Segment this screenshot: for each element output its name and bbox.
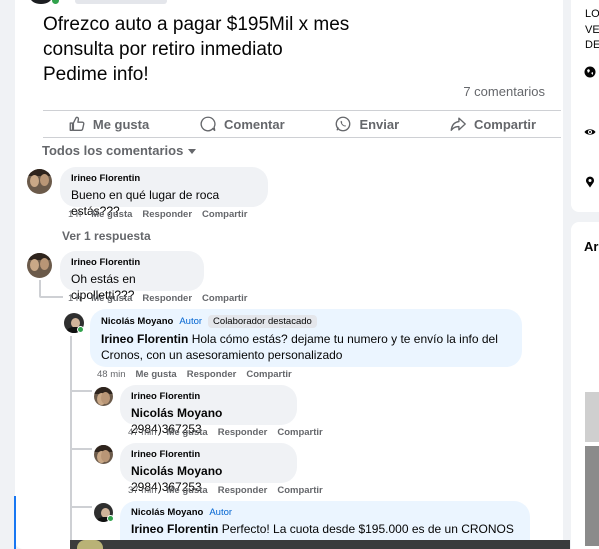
thread-line xyxy=(70,336,72,549)
comments-filter-label: Todos los comentarios xyxy=(42,143,184,158)
reply-author[interactable]: Nicolás Moyano xyxy=(131,507,203,518)
reply-like-link[interactable]: Me gusta xyxy=(167,427,208,438)
post-card: Ofrezco auto a pagar $195Mil x mes consu… xyxy=(15,0,563,549)
comment-author[interactable]: Irineo Florentin xyxy=(71,173,140,184)
reply-time[interactable]: 47 min xyxy=(128,427,157,438)
reply-text: Perfecto! La cuota desde $195.000 es de … xyxy=(221,522,514,536)
globe-icon xyxy=(584,66,596,78)
reply-bubble: Nicolás Moyano Autor Colaborador destaca… xyxy=(90,309,522,367)
comment-label: Comentar xyxy=(223,116,285,132)
send-label: Enviar xyxy=(359,116,400,132)
like-button[interactable]: Me gusta xyxy=(60,111,157,137)
reply-reply-link[interactable]: Responder xyxy=(218,427,268,438)
caret-down-icon xyxy=(188,149,197,154)
sidebar-text-line: VE xyxy=(585,24,599,36)
post-text: Ofrezco auto a pagar $195Mil x mes consu… xyxy=(43,12,543,87)
avatar[interactable] xyxy=(30,0,52,4)
sidebar-text-line: LO xyxy=(585,8,599,20)
thread-line xyxy=(39,296,63,298)
reply-author[interactable]: Nicolás Moyano xyxy=(101,316,173,327)
sidebar-image[interactable] xyxy=(585,392,599,442)
reply-mention[interactable]: Irineo Florentin xyxy=(101,332,188,346)
avatar[interactable] xyxy=(94,387,113,406)
author-badge: Autor xyxy=(179,316,203,327)
sidebar-image[interactable] xyxy=(585,446,599,546)
sidebar-text-line: DE xyxy=(585,39,599,51)
thumbs-up-icon xyxy=(69,116,85,131)
comment-time[interactable]: 1 h xyxy=(68,293,81,304)
comment-share-link[interactable]: Compartir xyxy=(202,293,247,304)
reply-like-link[interactable]: Me gusta xyxy=(167,485,208,496)
post-header-stub xyxy=(15,0,167,8)
right-sidebar-info: LO VE DE xyxy=(571,0,599,212)
view-replies-link[interactable]: Ver 1 respuesta xyxy=(62,229,151,243)
comment-like-link[interactable]: Me gusta xyxy=(91,293,132,304)
reply-like-link[interactable]: Me gusta xyxy=(136,369,177,380)
reply-time[interactable]: 37 min xyxy=(128,485,157,496)
top-contributor-badge: Colaborador destacado xyxy=(208,315,317,328)
comments-count-link[interactable]: 7 comentarios xyxy=(463,84,545,99)
comments-filter-dropdown[interactable]: Todos los comentarios xyxy=(42,143,197,158)
comment-share-link[interactable]: Compartir xyxy=(202,209,247,220)
reply-reply-link[interactable]: Responder xyxy=(187,369,237,380)
reply-meta: 47 min Me gusta Responder Compartir xyxy=(128,427,323,438)
online-status-icon xyxy=(77,326,84,333)
author-badge: Autor xyxy=(209,507,233,518)
location-pin-icon xyxy=(586,176,594,188)
post-line-2: consulta por retiro inmediato xyxy=(43,39,283,60)
post-actions-bar: Me gusta Comentar Enviar Compartir xyxy=(43,110,561,138)
avatar[interactable] xyxy=(27,253,52,278)
share-button[interactable]: Compartir xyxy=(441,111,544,137)
send-button[interactable]: Enviar xyxy=(326,111,407,137)
online-status-icon xyxy=(51,0,60,5)
reply-mention[interactable]: Irineo Florentin xyxy=(131,522,218,536)
reply-bubble: Irineo Florentin Nicolás Moyano 2984)367… xyxy=(120,385,297,436)
thread-line xyxy=(70,448,92,450)
avatar[interactable] xyxy=(27,169,52,194)
bottom-preview-strip xyxy=(70,540,570,549)
reply-mention[interactable]: Nicolás Moyano xyxy=(131,464,222,478)
comment-button[interactable]: Comentar xyxy=(191,111,293,137)
reply-author[interactable]: Irineo Florentin xyxy=(131,391,200,402)
thread-line xyxy=(39,280,41,296)
sidebar-heading: Ar xyxy=(584,239,599,254)
reply-share-link[interactable]: Compartir xyxy=(277,485,322,496)
reply-meta: 37 min Me gusta Responder Compartir xyxy=(128,485,323,496)
comment-bubble: Irineo Florentin Oh estás en cipolletti?… xyxy=(60,251,204,302)
like-label: Me gusta xyxy=(92,116,150,132)
online-status-icon xyxy=(107,515,114,522)
reply-share-link[interactable]: Compartir xyxy=(246,369,291,380)
comment-meta: 1 h Me gusta Responder Compartir xyxy=(68,209,247,220)
thread-line xyxy=(70,506,92,508)
whatsapp-icon xyxy=(336,116,351,132)
reply-author[interactable]: Irineo Florentin xyxy=(131,449,200,460)
comment-like-link[interactable]: Me gusta xyxy=(91,209,132,220)
comment-reply-link[interactable]: Responder xyxy=(142,209,192,220)
focus-indicator xyxy=(14,496,16,549)
right-sidebar-section: Ar xyxy=(571,222,599,549)
comment-meta: 1 h Me gusta Responder Compartir xyxy=(68,293,247,304)
preview-thumbnail xyxy=(77,540,103,549)
author-name-stub xyxy=(75,0,167,4)
reply-mention[interactable]: Nicolás Moyano xyxy=(131,406,222,420)
share-label: Compartir xyxy=(473,116,537,132)
comment-bubble: Irineo Florentin Bueno en qué lugar de r… xyxy=(60,167,268,218)
reply-bubble: Irineo Florentin Nicolás Moyano 2984)367… xyxy=(120,443,297,494)
reply-meta: 48 min Me gusta Responder Compartir xyxy=(97,369,292,380)
comment-icon xyxy=(200,116,216,132)
post-line-1: Ofrezco auto a pagar $195Mil x mes xyxy=(43,14,350,35)
comment-time[interactable]: 1 h xyxy=(68,209,81,220)
reply-share-link[interactable]: Compartir xyxy=(277,427,322,438)
share-icon xyxy=(450,117,466,131)
reply-time[interactable]: 48 min xyxy=(97,369,126,380)
thread-line xyxy=(70,390,92,392)
avatar[interactable] xyxy=(94,445,113,464)
eye-icon xyxy=(584,129,596,135)
comment-reply-link[interactable]: Responder xyxy=(142,293,192,304)
reply-reply-link[interactable]: Responder xyxy=(218,485,268,496)
comment-author[interactable]: Irineo Florentin xyxy=(71,257,140,268)
page: Ofrezco auto a pagar $195Mil x mes consu… xyxy=(0,0,599,549)
